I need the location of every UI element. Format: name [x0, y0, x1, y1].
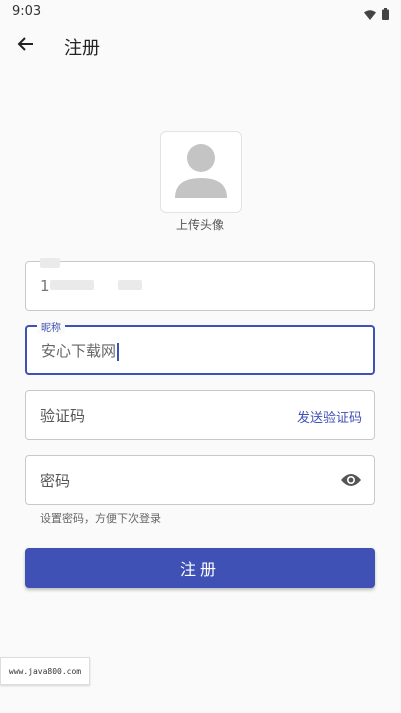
verification-code-field[interactable]: 验证码 发送验证码 — [25, 390, 375, 440]
password-field[interactable]: 密码 — [25, 455, 375, 505]
app-bar: 注册 — [0, 24, 401, 70]
nickname-label: 昵称 — [37, 319, 65, 334]
phone-field[interactable]: 1 — [25, 258, 375, 311]
status-bar: 9:03 — [0, 0, 401, 24]
avatar-upload-label: 上传头像 — [175, 218, 224, 232]
obscured-label — [40, 258, 60, 268]
avatar-upload-button[interactable] — [160, 131, 242, 213]
toggle-password-visibility-button[interactable] — [338, 468, 364, 494]
back-button[interactable] — [12, 32, 40, 60]
register-button[interactable]: 注册 — [25, 548, 375, 588]
status-icons — [364, 5, 389, 24]
password-placeholder: 密码 — [40, 472, 71, 490]
wifi-icon — [364, 5, 376, 24]
nickname-field[interactable]: 昵称 安心下载网 — [25, 319, 375, 375]
nickname-input-text: 安心下载网 — [41, 340, 120, 361]
page-title: 注册 — [64, 38, 100, 59]
verification-code-placeholder: 验证码 — [40, 407, 86, 425]
password-hint: 设置密码，方便下次登录 — [40, 512, 161, 525]
watermark-logo: www.java800.com — [0, 657, 90, 685]
obscured-value — [50, 280, 94, 290]
back-arrow-icon — [17, 35, 35, 57]
person-icon — [173, 140, 229, 204]
battery-icon — [382, 5, 389, 24]
phone-value: 1 — [40, 277, 50, 295]
obscured-value-2 — [118, 280, 142, 290]
nickname-value: 安心下载网 — [41, 342, 117, 360]
text-caret — [117, 342, 120, 361]
eye-icon — [341, 472, 361, 491]
status-time: 9:03 — [12, 4, 42, 19]
send-code-button[interactable]: 发送验证码 — [297, 407, 362, 426]
